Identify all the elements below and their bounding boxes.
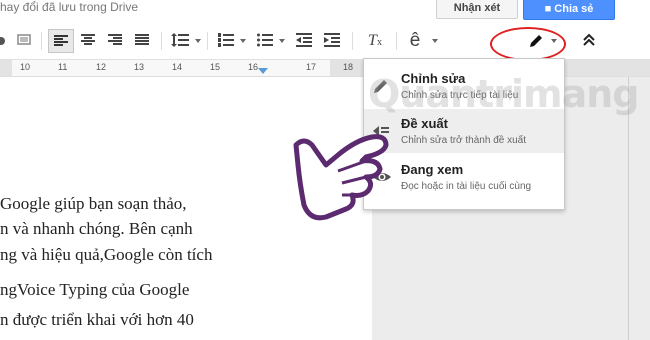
share-button[interactable]: ■ Chia sẻ <box>523 0 615 20</box>
ruler-label: 17 <box>306 62 317 72</box>
save-status: hay đổi đã lưu trong Drive <box>0 0 139 14</box>
chevron-down-icon <box>432 39 438 43</box>
toolbar-divider <box>352 32 353 50</box>
ruler-label: 14 <box>172 62 183 72</box>
menu-item-title: Đang xem <box>401 162 464 177</box>
chevron-down-icon <box>279 39 285 43</box>
clear-formatting-icon[interactable]: Tx <box>362 29 388 53</box>
chevron-down-icon <box>195 39 201 43</box>
pointing-hand-icon <box>286 125 396 225</box>
collapse-icon[interactable] <box>578 29 600 53</box>
watermark: Quantrimang <box>368 72 639 116</box>
bulleted-list-icon[interactable] <box>253 29 277 53</box>
doc-line: n được triển khai với hơn 40 <box>0 310 194 329</box>
align-left-icon[interactable] <box>48 29 74 53</box>
ruler-label: 10 <box>20 62 31 72</box>
toolbar-divider <box>396 32 397 50</box>
indent-marker-icon[interactable] <box>258 68 268 74</box>
line-spacing-icon[interactable] <box>167 29 193 53</box>
ruler-label: 12 <box>96 62 107 72</box>
increase-indent-icon[interactable] <box>320 29 344 53</box>
page-edge <box>628 77 629 340</box>
comment-button[interactable]: Nhận xét <box>436 0 518 19</box>
highlight-ellipse <box>490 27 566 61</box>
ruler-label: 11 <box>58 62 68 72</box>
toolbar-divider <box>161 32 162 50</box>
doc-line: n và nhanh chóng. Bên cạnh <box>0 219 193 238</box>
toolbar-divider <box>207 32 208 50</box>
partial-toolbar-icon[interactable] <box>0 29 6 53</box>
ruler-label: 16 <box>248 62 259 72</box>
lock-icon: ■ <box>544 3 555 15</box>
align-right-icon[interactable] <box>103 29 127 53</box>
numbered-list-icon[interactable] <box>214 29 238 53</box>
menu-item-title: Đề xuất <box>401 116 448 131</box>
toolbar-divider <box>41 32 42 50</box>
align-justify-icon[interactable] <box>130 29 154 53</box>
share-button-label: Chia sẻ <box>554 3 594 15</box>
ruler-label: 13 <box>134 62 145 72</box>
ruler-margin <box>0 60 12 76</box>
decrease-indent-icon[interactable] <box>292 29 316 53</box>
paint-format-icon[interactable] <box>14 29 34 53</box>
doc-line: ngVoice Typing của Google <box>0 280 190 299</box>
menu-item-subtitle: Chỉnh sửa trở thành đề xuất <box>401 135 526 146</box>
doc-line: Google giúp bạn soạn thảo, <box>0 194 187 213</box>
align-center-icon[interactable] <box>76 29 100 53</box>
input-tools-button[interactable]: ê <box>402 29 428 53</box>
top-bar: hay đổi đã lưu trong Drive Nhận xét ■ Ch… <box>0 0 650 24</box>
ruler-label: 18 <box>343 62 354 72</box>
ruler-label: 15 <box>210 62 221 72</box>
menu-item-subtitle: Đọc hoặc in tài liệu cuối cùng <box>401 181 532 192</box>
chevron-down-icon <box>240 39 246 43</box>
doc-line: ng và hiệu quả,Google còn tích <box>0 245 213 264</box>
